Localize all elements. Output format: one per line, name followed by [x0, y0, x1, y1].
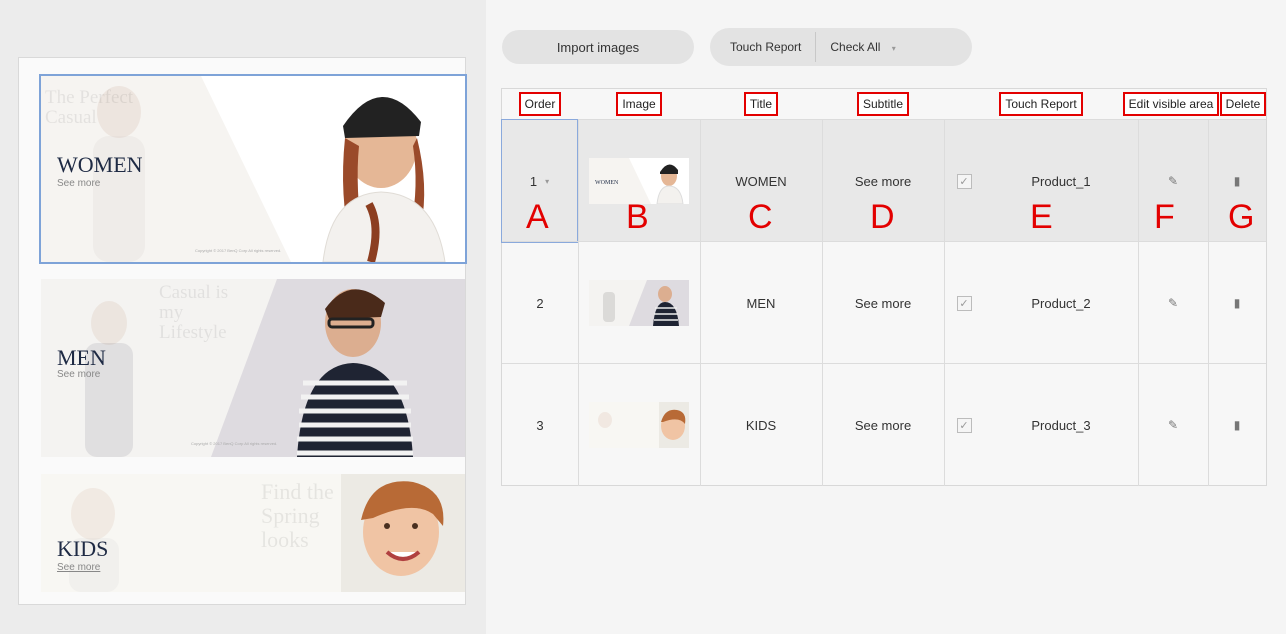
annotation-letter-g: G	[1228, 198, 1255, 236]
header-image[interactable]: Image	[578, 89, 700, 119]
trash-icon: ▮	[1233, 418, 1241, 432]
banner-women[interactable]: The Perfect Casual WOMEN See more Copyri…	[39, 74, 467, 264]
chevron-down-icon: ▾	[891, 44, 896, 53]
banner-men-subtitle: See more	[57, 369, 101, 380]
banner-women-subtitle: See more	[57, 178, 101, 189]
toolbar-divider	[815, 32, 817, 62]
import-images-label: Import images	[556, 39, 640, 55]
banner-kids-subtitle: See more	[57, 562, 101, 573]
banner-women-title: WOMEN	[57, 152, 143, 177]
order-select[interactable]: 2	[502, 242, 578, 364]
check-icon: ✓	[956, 417, 972, 433]
touch-report-value[interactable]: Product_2	[984, 242, 1138, 364]
touch-report-checkbox[interactable]: ✓	[944, 242, 984, 364]
header-touch-report[interactable]: Touch Report	[944, 89, 1138, 119]
banner-table: Order Image Title Subtitle Touch Report …	[501, 88, 1267, 486]
touch-report-toolbar: Touch Report Check All ▾	[710, 28, 972, 66]
trash-icon: ▮	[1233, 174, 1241, 188]
annotation-letter-a: A	[526, 198, 549, 236]
edit-visible-area-button[interactable]: ✎	[1138, 242, 1208, 364]
touch-report-value[interactable]: Product_1	[984, 120, 1138, 242]
chevron-down-icon: ▾	[545, 176, 550, 186]
banner-women-bg-text: The Perfect Casual	[45, 87, 134, 128]
header-edit-visible-area[interactable]: Edit visible area	[1118, 89, 1224, 119]
annotation-letter-d: D	[870, 198, 895, 236]
banner-men-bg-text: Casual is my Lifestyle	[159, 282, 229, 343]
order-value: 1	[529, 173, 538, 189]
banner-men-copyright: Copyright © 2017 BenQ Corp All rights re…	[191, 441, 278, 446]
touch-report-checkbox[interactable]: ✓	[944, 364, 984, 486]
order-value: 3	[536, 417, 544, 433]
subtitle-cell[interactable]: See more	[822, 364, 944, 486]
header-order[interactable]: Order	[502, 89, 578, 119]
image-cell[interactable]	[578, 364, 700, 486]
banner-men-title: MEN	[57, 345, 106, 370]
pencil-icon: ✎	[1167, 418, 1179, 432]
edit-visible-area-button[interactable]: ✎	[1138, 364, 1208, 486]
annotation-letter-b: B	[626, 198, 649, 236]
pencil-icon: ✎	[1167, 296, 1179, 310]
table-header: Order Image Title Subtitle Touch Report …	[502, 89, 1267, 119]
touch-report-checkbox[interactable]: ✓	[944, 120, 984, 242]
banner-thumbnail	[589, 402, 689, 448]
image-cell[interactable]	[578, 242, 700, 364]
banner-kids[interactable]: Find the Spring looks KIDS See more	[41, 474, 465, 592]
delete-button[interactable]: ▮	[1208, 364, 1266, 486]
banner-kids-bg-text: Find the Spring looks	[261, 479, 334, 552]
order-value: 2	[536, 295, 544, 311]
trash-icon: ▮	[1233, 296, 1241, 310]
preview-pane: The Perfect Casual WOMEN See more Copyri…	[0, 0, 486, 634]
table-row[interactable]: 2 MEN See more ✓ Product_2 ✎ ▮	[502, 241, 1266, 364]
touch-report-value[interactable]: Product_3	[984, 364, 1138, 486]
check-icon: ✓	[956, 295, 972, 311]
annotation-letter-c: C	[748, 198, 773, 236]
banner-men[interactable]: Casual is my Lifestyle MEN See more Copy…	[41, 279, 465, 457]
delete-button[interactable]: ▮	[1208, 242, 1266, 364]
annotation-letter-e: E	[1030, 198, 1053, 236]
subtitle-cell[interactable]: See more	[822, 242, 944, 364]
table-row[interactable]: 3 KIDS See more ✓ Product_3 ✎ ▮	[502, 363, 1266, 486]
title-cell[interactable]: MEN	[700, 242, 822, 364]
pencil-icon: ✎	[1167, 174, 1179, 188]
svg-text:WOMEN: WOMEN	[595, 180, 619, 186]
banner-thumbnail	[589, 280, 689, 326]
order-select[interactable]: 3	[502, 364, 578, 486]
check-all-label: Check All	[830, 40, 881, 54]
title-cell[interactable]: KIDS	[700, 364, 822, 486]
check-all-dropdown[interactable]: Check All ▾	[830, 40, 895, 54]
banner-kids-art	[41, 474, 465, 592]
header-title[interactable]: Title	[700, 89, 822, 119]
import-images-button[interactable]: Import images	[502, 30, 694, 64]
header-delete[interactable]: Delete	[1219, 89, 1267, 119]
check-icon: ✓	[956, 173, 972, 189]
annotation-letter-f: F	[1154, 198, 1175, 236]
header-subtitle[interactable]: Subtitle	[822, 89, 944, 119]
banner-women-copyright: Copyright © 2017 BenQ Corp All rights re…	[195, 248, 282, 253]
banner-kids-title: KIDS	[57, 536, 109, 561]
banner-preview-card: The Perfect Casual WOMEN See more Copyri…	[18, 57, 467, 605]
touch-report-label: Touch Report	[730, 40, 802, 54]
